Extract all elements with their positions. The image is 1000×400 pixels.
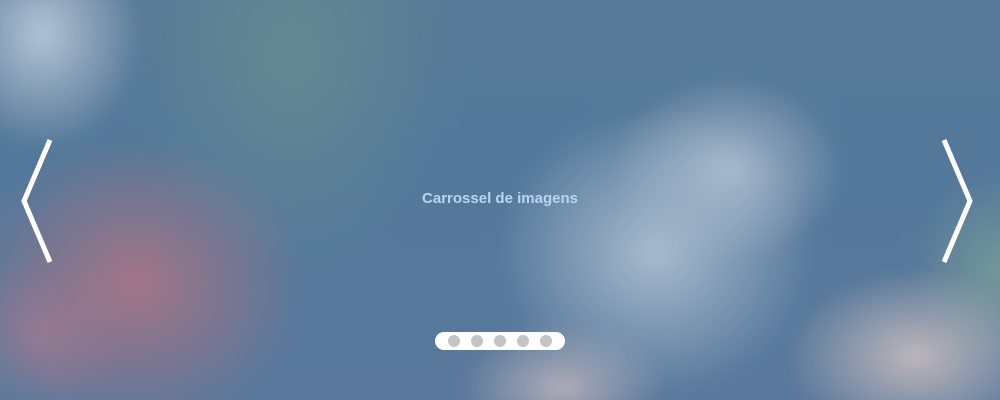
carousel-next-button[interactable]: [938, 136, 978, 266]
carousel-indicator-dot[interactable]: [471, 335, 483, 347]
image-carousel: Carrossel de imagens: [0, 0, 1000, 400]
carousel-indicators: [435, 332, 565, 350]
carousel-caption: Carrossel de imagens: [422, 190, 578, 207]
carousel-indicator-dot[interactable]: [540, 335, 552, 347]
carousel-indicator-dot[interactable]: [517, 335, 529, 347]
carousel-indicator-dot[interactable]: [494, 335, 506, 347]
carousel-indicator-dot[interactable]: [448, 335, 460, 347]
chevron-right-icon: [941, 139, 973, 263]
